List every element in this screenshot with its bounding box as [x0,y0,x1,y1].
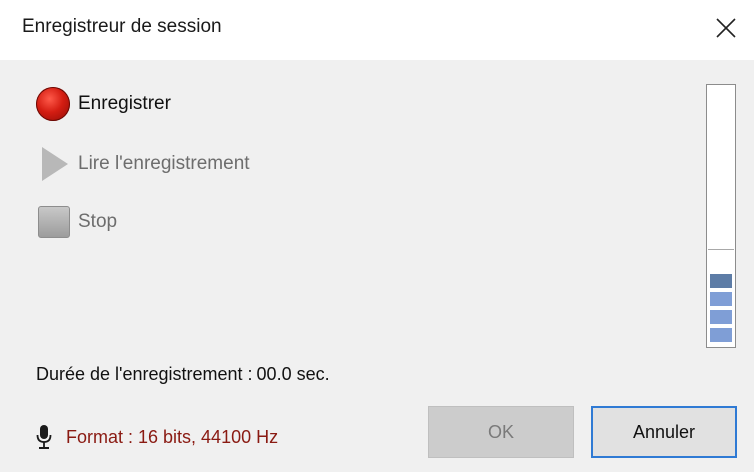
record-label: Enregistrer [78,93,171,114]
level-meter-segment [710,310,732,324]
play-label: Lire l'enregistrement [78,153,250,174]
record-button[interactable]: Enregistrer [36,86,171,122]
title-bar: Enregistreur de session [0,0,754,60]
ok-button[interactable]: OK [428,406,574,458]
recording-duration: Durée de l'enregistrement :00.0 sec. [36,364,330,385]
level-meter [706,84,736,348]
cancel-button[interactable]: Annuler [591,406,737,458]
microphone-icon [36,425,52,449]
session-recorder-dialog: Enregistreur de session Enregistrer Lire… [0,0,754,472]
close-icon [716,18,736,38]
close-button[interactable] [698,0,754,56]
level-meter-segment [710,328,732,342]
record-icon [36,87,70,121]
window-title: Enregistreur de session [22,16,222,37]
play-recording-button[interactable]: Lire l'enregistrement [36,146,250,182]
audio-format: Format : 16 bits, 44100 Hz [36,424,278,450]
play-icon [42,147,68,181]
stop-button[interactable]: Stop [36,204,117,240]
duration-value: 00.0 sec. [256,364,330,384]
level-meter-peak-line [708,249,734,250]
stop-label: Stop [78,211,118,232]
duration-label: Durée de l'enregistrement : [36,364,253,384]
stop-icon [38,206,70,238]
level-meter-segment [710,292,732,306]
level-meter-segment [710,274,732,288]
format-label: Format : 16 bits, 44100 Hz [66,426,279,447]
